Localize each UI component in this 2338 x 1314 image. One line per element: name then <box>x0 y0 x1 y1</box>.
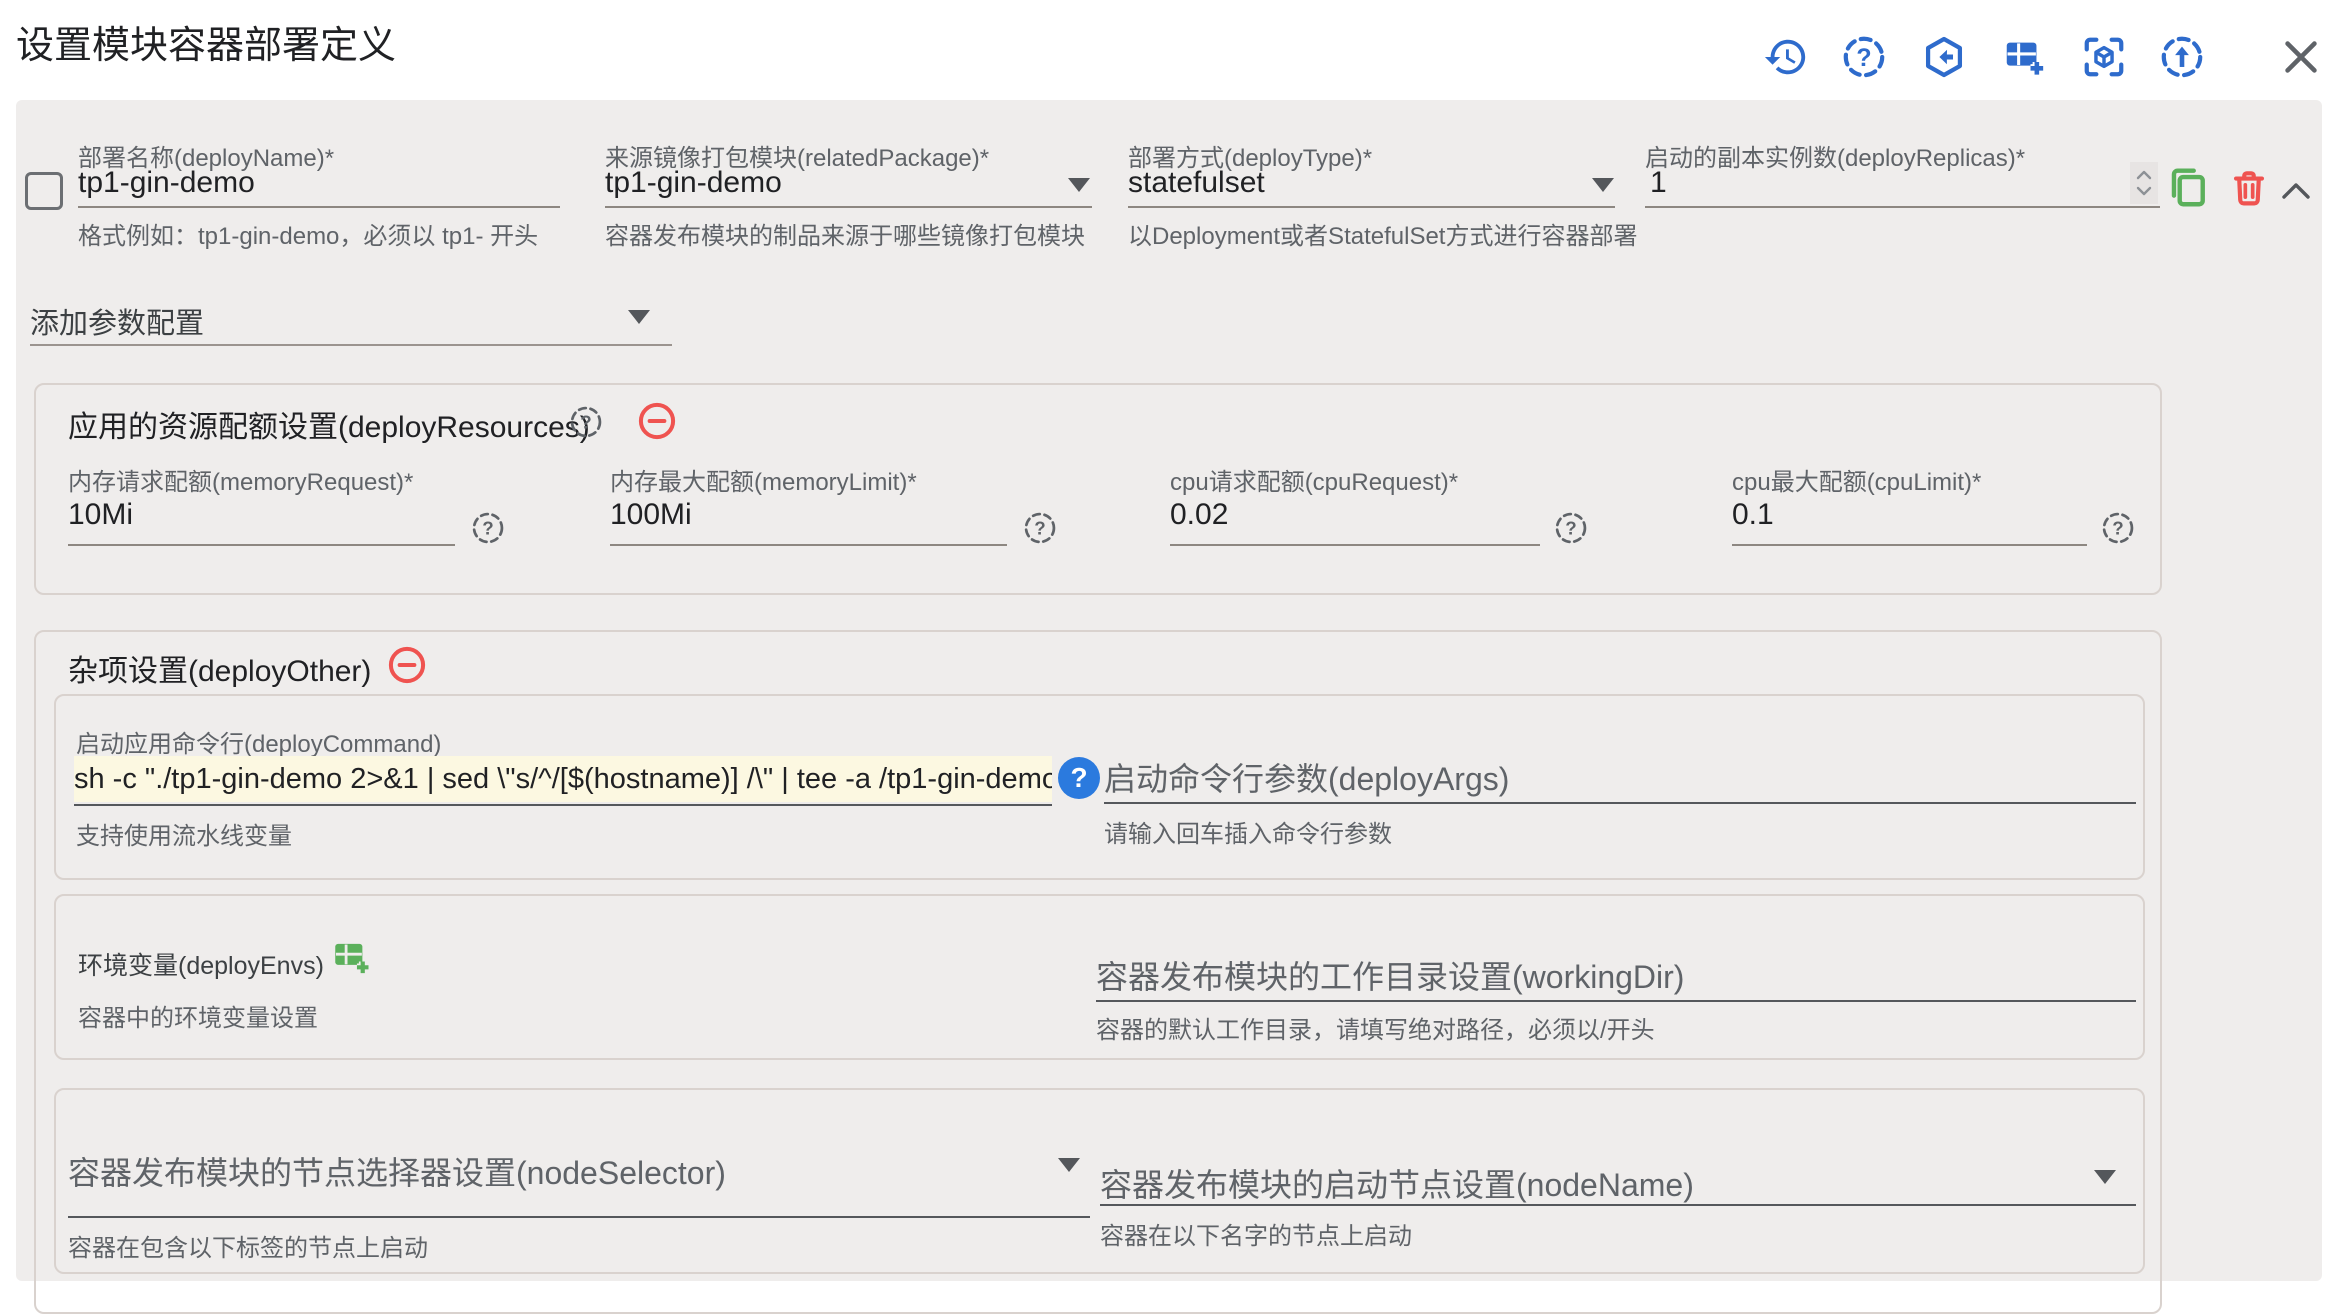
memory-limit-input[interactable]: 100Mi <box>610 498 692 532</box>
deploy-command-help-icon[interactable]: ? <box>1058 757 1100 799</box>
cpu-limit-underline <box>1732 544 2087 546</box>
deploy-name-input[interactable]: tp1-gin-demo <box>78 166 255 200</box>
svg-text:?: ? <box>1856 44 1871 72</box>
memory-request-help-icon[interactable]: ? <box>470 510 506 546</box>
deploy-args-underline <box>1104 802 2136 804</box>
memory-request-underline <box>68 544 455 546</box>
related-package-select[interactable]: tp1-gin-demo <box>605 166 782 200</box>
deploy-envs-label: 环境变量(deployEnvs) <box>78 946 324 982</box>
copy-row-icon[interactable] <box>2164 164 2210 210</box>
deploy-type-select[interactable]: statefulset <box>1128 166 1265 200</box>
deploy-command-input[interactable]: sh -c "./tp1-gin-demo 2>&1 | sed \"s/^/[… <box>74 756 1052 802</box>
history-icon[interactable] <box>1763 34 1809 80</box>
working-dir-input[interactable]: 容器发布模块的工作目录设置(workingDir) <box>1096 952 1684 998</box>
help-icon[interactable]: ? <box>1841 34 1887 80</box>
cpu-request-underline <box>1170 544 1540 546</box>
related-package-dropdown-icon[interactable] <box>1068 178 1090 192</box>
deploy-command-label: 启动应用命令行(deployCommand) <box>76 724 441 759</box>
node-selector-dropdown-icon[interactable] <box>1058 1158 1080 1172</box>
svg-text:?: ? <box>2112 518 2123 539</box>
deploy-name-underline <box>78 206 560 208</box>
add-param-underline <box>30 344 672 346</box>
cpu-request-input[interactable]: 0.02 <box>1170 498 1228 532</box>
working-dir-underline <box>1096 1000 2136 1002</box>
related-package-underline <box>605 206 1092 208</box>
add-env-table-icon[interactable] <box>330 936 372 978</box>
deploy-args-helper: 请输入回车插入命令行参数 <box>1104 814 1392 849</box>
node-selector-underline <box>68 1216 1090 1218</box>
deploy-other-title: 杂项设置(deployOther) <box>68 646 371 690</box>
deploy-replicas-input[interactable]: 1 <box>1650 166 1667 200</box>
node-selector-select[interactable]: 容器发布模块的节点选择器设置(nodeSelector) <box>68 1148 726 1194</box>
deploy-replicas-label: 启动的副本实例数(deployReplicas)* <box>1645 138 2025 173</box>
memory-limit-label: 内存最大配额(memoryLimit)* <box>610 462 917 497</box>
node-name-underline <box>1100 1204 2136 1206</box>
svg-text:?: ? <box>1034 518 1045 539</box>
row-select-checkbox[interactable] <box>25 172 63 210</box>
resources-help-icon[interactable]: ? <box>568 404 604 440</box>
deploy-command-helper: 支持使用流水线变量 <box>76 816 292 851</box>
node-name-select[interactable]: 容器发布模块的启动节点设置(nodeName) <box>1100 1160 1694 1206</box>
node-name-dropdown-icon[interactable] <box>2094 1170 2116 1184</box>
replicas-stepper[interactable] <box>2130 162 2158 204</box>
delete-row-icon[interactable] <box>2228 166 2270 210</box>
collapse-chevron-icon[interactable] <box>2280 180 2312 202</box>
deploy-command-underline <box>74 804 1052 806</box>
table-add-icon[interactable] <box>2001 34 2047 80</box>
deploy-type-dropdown-icon[interactable] <box>1592 178 1614 192</box>
cpu-limit-help-icon[interactable]: ? <box>2100 510 2136 546</box>
deploy-type-underline <box>1128 206 1615 208</box>
close-icon[interactable] <box>2278 34 2324 80</box>
related-package-helper: 容器发布模块的制品来源于哪些镜像打包模块 <box>605 216 1085 251</box>
memory-request-input[interactable]: 10Mi <box>68 498 133 532</box>
remove-resources-icon[interactable] <box>636 400 678 442</box>
cpu-request-label: cpu请求配额(cpuRequest)* <box>1170 462 1458 497</box>
deploy-replicas-underline <box>1645 206 2160 208</box>
deploy-envs-helper: 容器中的环境变量设置 <box>78 998 318 1033</box>
hexagon-back-icon[interactable] <box>1921 34 1967 80</box>
upload-circle-icon[interactable] <box>2159 34 2205 80</box>
deploy-name-helper: 格式例如：tp1-gin-demo，必须以 tp1- 开头 <box>78 216 538 251</box>
cpu-limit-input[interactable]: 0.1 <box>1732 498 1774 532</box>
add-param-dropdown-icon[interactable] <box>628 310 650 324</box>
memory-request-label: 内存请求配额(memoryRequest)* <box>68 462 413 497</box>
svg-text:?: ? <box>580 412 591 433</box>
svg-text:?: ? <box>1565 518 1576 539</box>
remove-deploy-other-icon[interactable] <box>386 644 428 686</box>
deploy-type-helper: 以Deployment或者StatefulSet方式进行容器部署 <box>1128 216 1637 251</box>
memory-limit-underline <box>610 544 1007 546</box>
node-selector-helper: 容器在包含以下标签的节点上启动 <box>68 1228 428 1263</box>
node-name-helper: 容器在以下名字的节点上启动 <box>1100 1216 1412 1251</box>
cpu-request-help-icon[interactable]: ? <box>1553 510 1589 546</box>
svg-text:?: ? <box>482 518 493 539</box>
deploy-args-input[interactable]: 启动命令行参数(deployArgs) <box>1104 754 1509 800</box>
deploy-resources-title: 应用的资源配额设置(deployResources) <box>68 402 590 446</box>
add-param-select[interactable]: 添加参数配置 <box>30 300 204 342</box>
memory-limit-help-icon[interactable]: ? <box>1022 510 1058 546</box>
cube-scan-icon[interactable] <box>2081 34 2127 80</box>
working-dir-helper: 容器的默认工作目录，请填写绝对路径，必须以/开头 <box>1096 1010 1655 1045</box>
cpu-limit-label: cpu最大配额(cpuLimit)* <box>1732 462 1981 497</box>
page-title: 设置模块容器部署定义 <box>16 14 396 69</box>
